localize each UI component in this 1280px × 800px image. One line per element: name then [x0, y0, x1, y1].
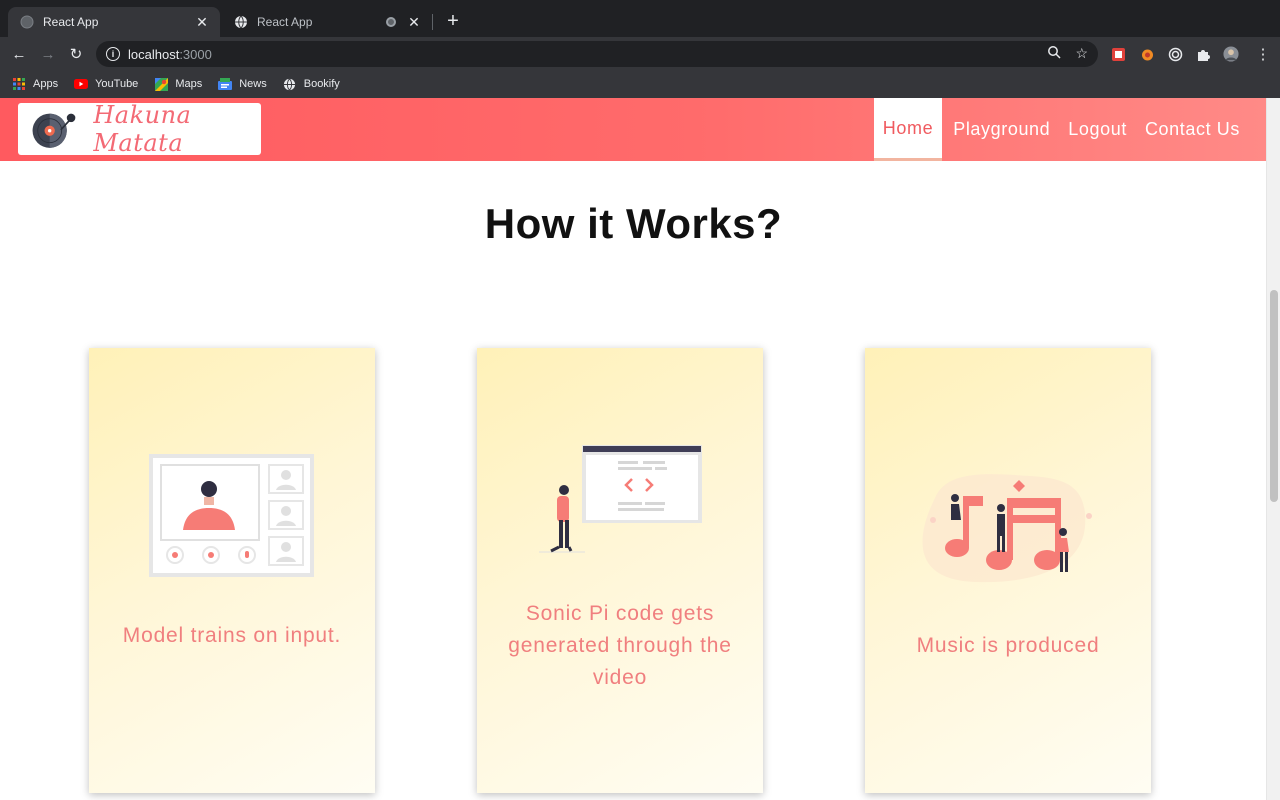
close-tab-icon[interactable]: ✕	[406, 14, 422, 30]
browser-toolbar: ← → ↻ i localhost:3000 ☆ ⋮	[0, 37, 1280, 70]
bookmark-label: Apps	[33, 78, 59, 90]
site-navbar: Hakuna Matata Home Playground Logout Con…	[0, 98, 1267, 161]
profile-avatar[interactable]	[1223, 46, 1239, 62]
bookmark-label: Maps	[175, 78, 203, 90]
card-caption: Model trains on input.	[122, 624, 342, 647]
music-notes-illustration	[922, 474, 1092, 583]
browser-menu-icon[interactable]: ⋮	[1252, 43, 1274, 65]
how-it-works-card: Model trains on input.	[89, 348, 375, 793]
maps-icon	[154, 77, 168, 91]
browser-tab-inactive[interactable]: React App ✕	[222, 7, 432, 37]
browser-tab-strip: React App ✕ React App ✕ +	[0, 0, 1280, 37]
video-call-illustration	[149, 454, 314, 577]
card-caption: Music is produced	[916, 634, 1100, 657]
forward-icon[interactable]: →	[37, 43, 59, 65]
back-icon[interactable]: ←	[8, 43, 30, 65]
how-it-works-card: Sonic Pi code gets generated through the…	[477, 348, 763, 793]
site-logo[interactable]: Hakuna Matata	[18, 101, 261, 157]
tab-title: React App	[43, 15, 99, 29]
globe-icon	[283, 77, 297, 91]
bookmark-youtube[interactable]: YouTube	[74, 77, 138, 91]
url-host: localhost	[128, 46, 180, 62]
page-title: How it Works?	[484, 200, 783, 247]
page-viewport: Hakuna Matata Home Playground Logout Con…	[0, 98, 1280, 800]
nav-link-contact-us[interactable]: Contact Us	[1136, 98, 1249, 161]
extension-fox-icon[interactable]	[1139, 46, 1155, 62]
vinyl-record-icon	[32, 113, 76, 148]
extension-target-icon[interactable]	[1167, 46, 1183, 62]
bookmark-apps[interactable]: Apps	[12, 77, 58, 91]
site-info-icon[interactable]: i	[106, 47, 120, 61]
nav-link-playground[interactable]: Playground	[944, 98, 1059, 161]
card-caption: Sonic Pi code gets generated through the…	[508, 602, 732, 689]
bookmark-bookify[interactable]: Bookify	[283, 77, 340, 91]
browser-tab-active[interactable]: React App ✕	[8, 7, 220, 37]
nav-link-home[interactable]: Home	[873, 98, 943, 161]
code-screen-illustration	[539, 445, 702, 553]
close-tab-icon[interactable]: ✕	[194, 14, 210, 30]
bookmark-label: Bookify	[303, 78, 340, 90]
bookmark-news[interactable]: News	[218, 77, 267, 91]
bookmark-label: YouTube	[95, 78, 139, 90]
scrollbar-thumb[interactable]	[1270, 290, 1278, 502]
bookmark-label: News	[239, 78, 267, 90]
bookmark-star-icon[interactable]: ☆	[1075, 45, 1088, 62]
bookmark-maps[interactable]: Maps	[154, 77, 202, 91]
nav-links: Home Playground Logout Contact Us	[873, 98, 1249, 161]
address-bar[interactable]: i localhost:3000 ☆	[96, 41, 1098, 67]
tab-title: React App	[257, 15, 313, 29]
bookmarks-bar: Apps YouTube Maps News Bookify	[0, 70, 1280, 98]
globe-icon	[20, 15, 34, 29]
tab-separator	[432, 14, 433, 30]
url-port: :3000	[179, 46, 212, 62]
reload-icon[interactable]: ↻	[65, 43, 87, 65]
globe-icon	[234, 15, 248, 29]
apps-grid-icon	[12, 77, 26, 91]
logo-text: Hakuna Matata	[93, 101, 192, 157]
news-icon	[218, 77, 233, 91]
nav-link-logout[interactable]: Logout	[1059, 98, 1136, 161]
zoom-icon[interactable]	[1047, 45, 1061, 62]
page-scrollbar[interactable]	[1266, 98, 1280, 800]
how-it-works-card: Music is produced	[865, 348, 1151, 793]
extension-red-icon[interactable]	[1110, 46, 1126, 62]
youtube-icon	[74, 77, 89, 91]
recording-indicator-icon	[386, 17, 396, 27]
new-tab-button[interactable]: +	[443, 11, 463, 32]
extensions-puzzle-icon[interactable]	[1195, 46, 1211, 62]
